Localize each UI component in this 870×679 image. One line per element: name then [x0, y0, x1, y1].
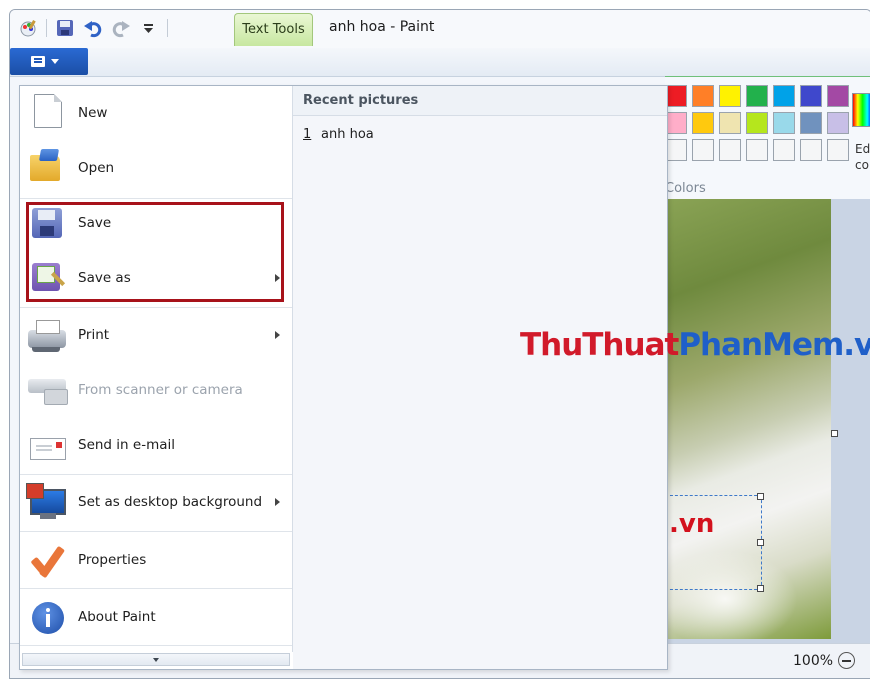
canvas-image[interactable]: .vn	[665, 199, 831, 639]
edit-colors-icon[interactable]	[852, 93, 870, 127]
paint-app-icon[interactable]	[18, 18, 38, 38]
ribbon-colors-group: Colors Ed col	[665, 76, 870, 200]
menu-item-about[interactable]: About Paint	[20, 590, 292, 645]
menu-item-print[interactable]: Print	[20, 308, 292, 363]
customize-dropdown-icon[interactable]	[139, 18, 159, 38]
color-swatch[interactable]	[719, 112, 741, 134]
color-swatch[interactable]	[773, 139, 795, 161]
save-icon[interactable]	[55, 18, 75, 38]
watermark: ThuThuatPhanMem.vn	[520, 327, 870, 363]
menu-item-properties[interactable]: Properties	[20, 533, 292, 588]
canvas-area[interactable]: .vn	[665, 199, 870, 643]
color-swatch[interactable]	[746, 112, 768, 134]
color-swatch[interactable]	[665, 112, 687, 134]
menu-divider	[20, 645, 292, 646]
menu-item-label: Send in e-mail	[78, 437, 175, 453]
color-swatch[interactable]	[827, 112, 849, 134]
open-folder-icon	[30, 155, 60, 181]
info-icon	[32, 602, 64, 634]
edit-colors-label[interactable]: Ed col	[855, 141, 870, 173]
qat-separator	[46, 19, 47, 37]
file-menu-icon	[31, 56, 45, 67]
menu-item-new[interactable]: New	[20, 86, 292, 141]
save-options-highlight	[26, 202, 284, 302]
color-swatch[interactable]	[827, 85, 849, 107]
chevron-down-icon	[51, 59, 59, 64]
zoom-level: 100%	[793, 653, 834, 669]
recent-pictures-pane: Recent pictures 1 anh hoa	[293, 86, 667, 669]
color-swatch[interactable]	[719, 139, 741, 161]
menu-item-label: Set as desktop background	[78, 494, 263, 510]
recent-header-label: Recent pictures	[303, 93, 419, 108]
ribbon-tab-strip	[10, 48, 870, 77]
color-swatch[interactable]	[719, 85, 741, 107]
menu-item-label: New	[78, 105, 108, 121]
menu-item-label: Open	[78, 160, 115, 176]
chevron-right-icon	[275, 331, 280, 339]
color-swatch[interactable]	[665, 139, 687, 161]
selection-handle[interactable]	[757, 493, 764, 500]
file-menu-button[interactable]	[10, 48, 88, 75]
recent-pictures-header: Recent pictures	[293, 86, 667, 116]
watermark-part-2: PhanMem.vn	[678, 327, 870, 363]
color-swatch[interactable]	[800, 139, 822, 161]
menu-item-label: About Paint	[78, 609, 156, 625]
title-bar: Text Tools anh hoa - Paint	[10, 10, 870, 48]
file-menu: New Open Save Save as Print From scanner…	[19, 85, 668, 670]
printer-icon	[28, 320, 66, 352]
checkmark-icon	[30, 543, 64, 577]
menu-item-send-email[interactable]: Send in e-mail	[20, 418, 292, 473]
menu-item-label: Print	[78, 327, 110, 343]
qat-separator	[167, 19, 168, 37]
color-swatch[interactable]	[800, 85, 822, 107]
color-swatch[interactable]	[773, 85, 795, 107]
color-swatch[interactable]	[692, 112, 714, 134]
chevron-right-icon	[275, 498, 280, 506]
desktop-icon	[26, 483, 66, 519]
undo-icon[interactable]	[83, 18, 103, 38]
file-menu-commands: New Open Save Save as Print From scanner…	[20, 86, 293, 652]
colors-group-label: Colors	[665, 181, 706, 196]
canvas-resize-handle[interactable]	[831, 430, 838, 437]
watermark-part-1: ThuThuat	[520, 327, 679, 363]
menu-scroll-down-button[interactable]	[22, 653, 290, 666]
color-swatch[interactable]	[827, 139, 849, 161]
menu-item-label: Properties	[78, 552, 147, 568]
menu-item-open[interactable]: Open	[20, 141, 292, 196]
color-swatch[interactable]	[665, 85, 687, 107]
new-document-icon	[34, 94, 62, 128]
color-swatch[interactable]	[800, 112, 822, 134]
selection-handle[interactable]	[757, 585, 764, 592]
quick-access-toolbar	[18, 18, 168, 38]
color-swatch[interactable]	[692, 85, 714, 107]
text-selection-box[interactable]	[665, 493, 764, 592]
menu-divider	[20, 588, 292, 589]
menu-item-label: From scanner or camera	[78, 382, 243, 398]
window-title: anh hoa - Paint	[329, 19, 435, 35]
zoom-out-icon[interactable]	[838, 652, 855, 669]
recent-item-number[interactable]: 1	[303, 127, 311, 142]
color-swatch[interactable]	[746, 85, 768, 107]
text-tools-context-tab[interactable]: Text Tools	[234, 13, 313, 46]
email-icon	[30, 438, 66, 460]
menu-item-from-scanner: From scanner or camera	[20, 363, 292, 418]
color-swatch[interactable]	[746, 139, 768, 161]
menu-item-desktop-background[interactable]: Set as desktop background	[20, 475, 292, 530]
selection-handle[interactable]	[757, 539, 764, 546]
menu-divider	[20, 531, 292, 532]
redo-icon[interactable]	[111, 18, 131, 38]
color-swatch[interactable]	[692, 139, 714, 161]
recent-item-anh-hoa[interactable]: anh hoa	[321, 127, 374, 142]
scanner-icon	[28, 379, 68, 405]
color-swatch[interactable]	[773, 112, 795, 134]
